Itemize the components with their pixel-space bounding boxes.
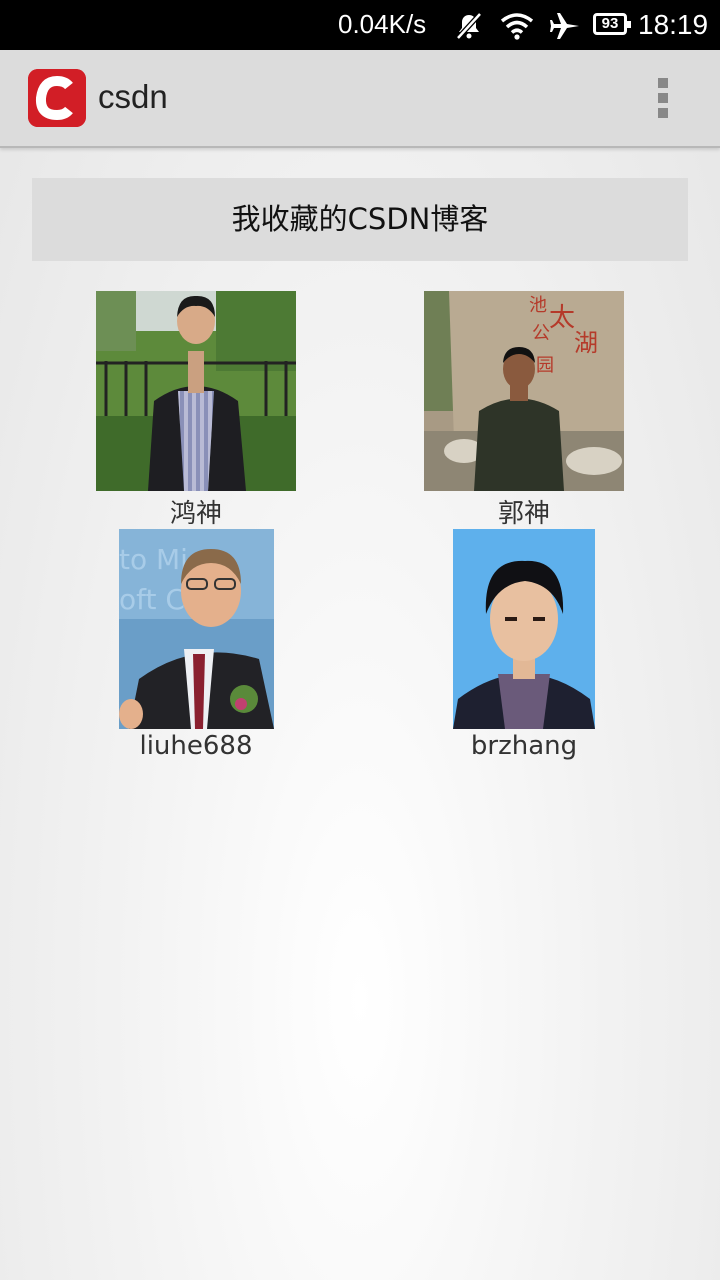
person-photo: 太 湖 池 公 园: [424, 291, 624, 491]
blog-item[interactable]: 鸿神: [96, 291, 296, 531]
person-photo: [453, 529, 595, 729]
clock: 18:19: [638, 9, 709, 40]
blog-item[interactable]: to Mi oft C liuhe688: [96, 529, 296, 769]
blog-author-name: brzhang: [470, 731, 578, 761]
airplane-icon: [550, 13, 579, 39]
app-logo-icon[interactable]: [28, 69, 86, 127]
svg-text:太: 太: [549, 303, 575, 333]
svg-text:to Mi: to Mi: [119, 543, 188, 576]
status-bar: 0.04K/s 93 18:19: [0, 0, 720, 50]
overflow-menu-icon[interactable]: [650, 74, 680, 122]
network-speed: 0.04K/s: [338, 9, 427, 39]
svg-text:公: 公: [532, 323, 550, 344]
svg-text:池: 池: [529, 295, 547, 316]
svg-text:湖: 湖: [574, 329, 598, 357]
csdn-logo-icon: [28, 69, 86, 127]
battery-icon: 93: [593, 13, 631, 35]
svg-text:oft C: oft C: [119, 583, 185, 616]
person-photo: [96, 291, 296, 491]
person-photo: to Mi oft C: [119, 529, 274, 729]
action-bar: csdn: [0, 50, 720, 148]
battery-level: 93: [601, 15, 619, 32]
favorite-blogs-header: 我收藏的CSDN博客: [32, 178, 688, 261]
notifications-muted-icon: [456, 12, 482, 40]
blog-author-name: 郭神: [497, 499, 550, 529]
blog-item[interactable]: 太 湖 池 公 园 郭神: [424, 291, 624, 531]
svg-text:园: 园: [536, 355, 554, 376]
app-title: csdn: [98, 78, 168, 115]
blog-author-name: liuhe688: [139, 731, 253, 761]
wifi-icon: [500, 13, 534, 40]
blog-author-name: 鸿神: [169, 499, 222, 529]
blog-item[interactable]: brzhang: [424, 529, 624, 769]
